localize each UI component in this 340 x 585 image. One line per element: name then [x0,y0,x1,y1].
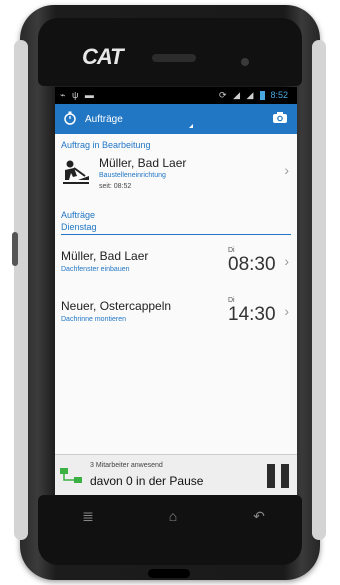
usb-icon: ⌁ [60,90,66,100]
signal-icon: ψ [71,90,79,100]
brand-logo: CAT [82,44,124,69]
menu-icon[interactable]: ≣ [73,508,103,525]
filter-underline [61,234,291,235]
network-icon [59,467,85,490]
order-time: 14:30 [228,304,276,325]
front-camera [241,58,249,66]
spinner-caret-icon [189,124,193,128]
notification-icon: ▬ [84,90,94,100]
phone-side-left [14,40,28,540]
status-bar: ⌁ ψ ▬ ⟳ ◢ ◢ 8:52 [55,87,297,104]
in-progress-item[interactable]: Müller, Bad Laer Baustelleneinrichtung s… [55,150,297,206]
attendance-footer: 3 Mitarbeiter anwesend davon 0 in der Pa… [55,454,297,495]
chevron-right-icon: › [284,162,289,178]
back-icon[interactable]: ↶ [244,508,274,525]
wifi-icon: ◢ [233,90,240,100]
action-bar-title[interactable]: Aufträge [85,114,263,125]
bottom-bezel [38,495,302,565]
stopwatch-icon[interactable] [55,111,85,128]
order-day: Di [228,247,235,254]
in-progress-subtitle: Baustelleneinrichtung [99,172,166,179]
phone-side-right [312,40,326,540]
list-item[interactable]: Müller, Bad Laer Dachfenster einbauen Di… [55,241,297,291]
in-progress-since: seit: 08:52 [99,183,132,190]
action-bar: Aufträge [55,104,297,134]
home-icon[interactable]: ⌂ [158,508,188,524]
order-day: Di [228,297,235,304]
construction-worker-icon [61,158,91,188]
pause-count: davon 0 in der Pause [90,474,204,488]
top-bezel [38,18,302,86]
in-progress-heading: Auftrag in Bearbeitung [61,140,151,150]
orders-heading: Aufträge [61,210,96,220]
in-progress-name: Müller, Bad Laer [99,156,187,170]
day-filter[interactable]: Dienstag [55,220,297,234]
charging-port [148,569,190,578]
screen: ⌁ ψ ▬ ⟳ ◢ ◢ 8:52 Aufträge Auftrag in Bea… [55,87,297,495]
earpiece-speaker [152,54,196,62]
list-item[interactable]: Neuer, Ostercappeln Dachrinne montieren … [55,291,297,341]
status-time: 8:52 [270,90,288,100]
camera-icon[interactable] [263,111,297,127]
chevron-right-icon: › [284,303,289,319]
battery-icon [259,91,265,101]
present-count: 3 Mitarbeiter anwesend [90,462,163,469]
cell-signal-icon: ◢ [246,90,254,100]
chevron-right-icon: › [284,253,289,269]
order-time: 08:30 [228,254,276,275]
sync-icon: ⟳ [219,90,227,100]
volume-button [12,232,18,266]
pause-button[interactable] [267,464,289,488]
